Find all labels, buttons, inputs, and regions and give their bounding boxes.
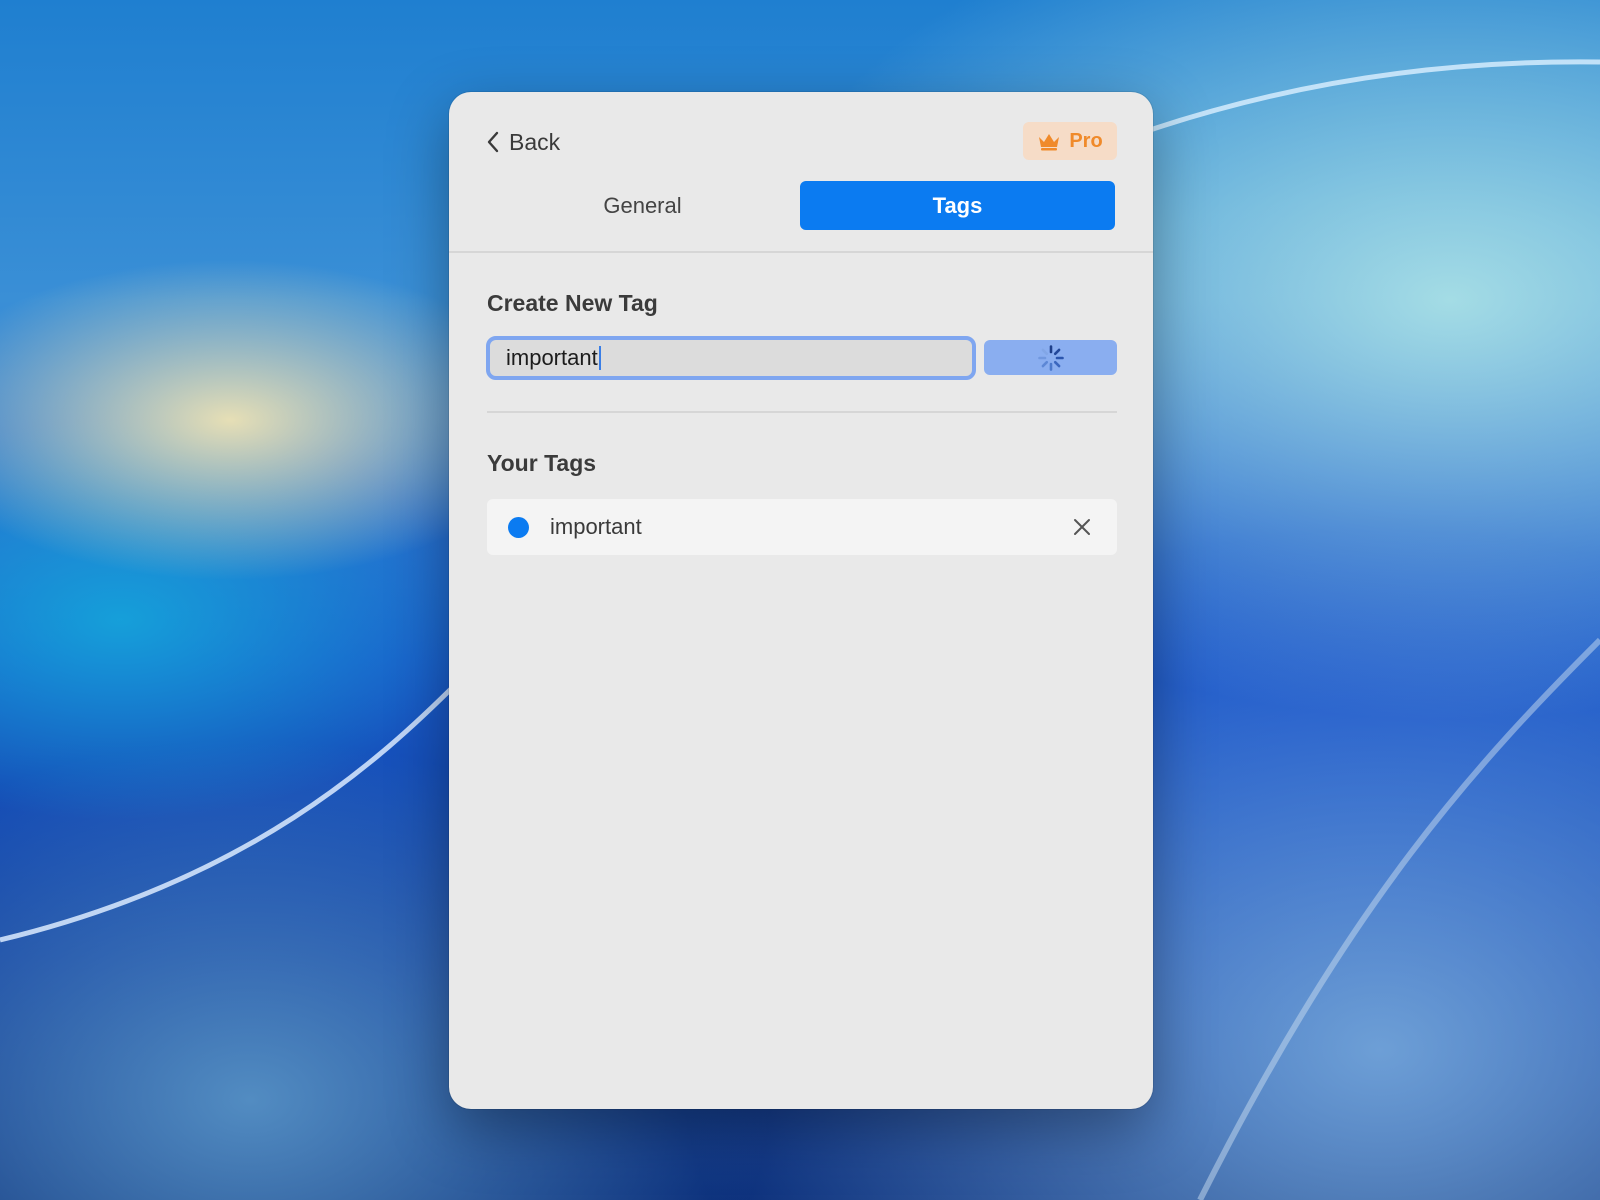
back-button[interactable]: Back — [485, 126, 560, 158]
chevron-left-icon — [487, 131, 499, 153]
header-divider — [449, 251, 1153, 253]
tab-bar: General Tags — [485, 181, 1115, 230]
tab-general[interactable]: General — [485, 181, 800, 230]
add-tag-button[interactable] — [984, 340, 1117, 375]
tag-list-item: important — [487, 499, 1117, 555]
back-button-label: Back — [509, 128, 561, 155]
remove-tag-button[interactable] — [1067, 512, 1097, 542]
text-caret — [598, 346, 601, 370]
tab-tags[interactable]: Tags — [800, 181, 1115, 230]
new-tag-input-value: important — [506, 345, 598, 370]
settings-window: Back Pro General Tags Create New Tag imp… — [449, 92, 1153, 1109]
spinner-icon — [1037, 344, 1064, 371]
tag-color-dot — [508, 516, 529, 538]
tag-name: important — [550, 514, 642, 539]
your-tags-heading: Your Tags — [487, 450, 597, 476]
pro-button[interactable]: Pro — [1023, 122, 1117, 160]
section-divider — [487, 411, 1117, 413]
pro-label: Pro — [1069, 129, 1103, 152]
create-tag-heading: Create New Tag — [487, 290, 658, 316]
crown-icon — [1039, 134, 1060, 151]
new-tag-input[interactable]: important — [486, 336, 976, 380]
close-icon — [1074, 519, 1090, 535]
